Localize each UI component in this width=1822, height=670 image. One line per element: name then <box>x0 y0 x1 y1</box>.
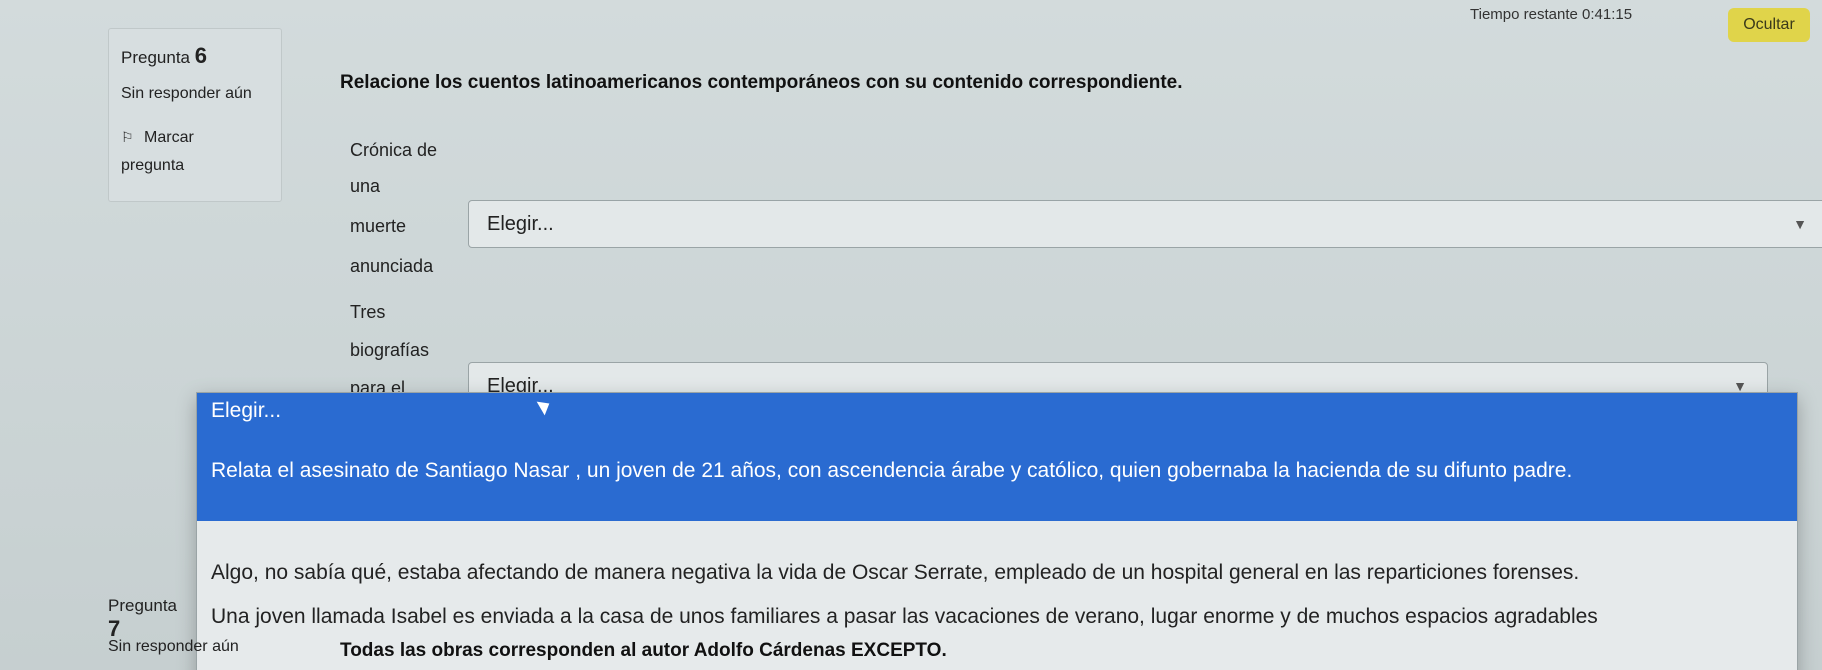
question-status: Sin responder aún <box>108 638 239 655</box>
dropdown-highlight <box>197 393 1797 521</box>
stem-line: biografías <box>350 340 430 360</box>
select-value: Elegir... <box>487 212 554 235</box>
chevron-down-icon: ▼ <box>1793 216 1807 232</box>
flag-label-line2[interactable]: pregunta <box>121 157 184 175</box>
question-label: Pregunta <box>108 596 177 615</box>
answer-select-1[interactable]: Elegir... ▼ <box>468 200 1822 248</box>
question-prompt: Relacione los cuentos latinoamericanos c… <box>340 72 1183 93</box>
question-info-box: Pregunta 6 Sin responder aún ⚐ Marcar pr… <box>108 28 282 202</box>
flag-label-line1: Marcar <box>144 129 194 146</box>
question7-prompt: Todas las obras corresponden al autor Ad… <box>340 640 947 661</box>
stem-line: Tres <box>350 302 386 322</box>
stem-line: Crónica de <box>350 140 438 160</box>
quiz-page: Tiempo restante 0:41:15 Ocultar Pregunta… <box>0 0 1822 670</box>
dropdown-option[interactable]: Relata el asesinato de Santiago Nasar , … <box>211 459 1572 483</box>
stem-line: muerte <box>350 216 407 236</box>
dropdown-list: Elegir... Relata el asesinato de Santiag… <box>196 392 1798 670</box>
question-number: Pregunta 7 <box>108 596 177 642</box>
flag-question-button[interactable]: ⚐ Marcar <box>121 129 194 147</box>
stem-line: anunciada <box>350 256 434 276</box>
question-status: Sin responder aún <box>121 85 252 102</box>
dropdown-option[interactable]: Una joven llamada Isabel es enviada a la… <box>211 605 1598 629</box>
dropdown-option-placeholder[interactable]: Elegir... <box>211 399 281 423</box>
dropdown-option[interactable]: Algo, no sabía qué, estaba afectando de … <box>211 561 1579 585</box>
question-number-value: 6 <box>194 43 207 68</box>
stem-line: una <box>350 176 381 196</box>
question-label: Pregunta <box>121 48 190 67</box>
question-number: Pregunta 6 <box>121 43 207 69</box>
flag-icon: ⚐ <box>121 129 134 145</box>
